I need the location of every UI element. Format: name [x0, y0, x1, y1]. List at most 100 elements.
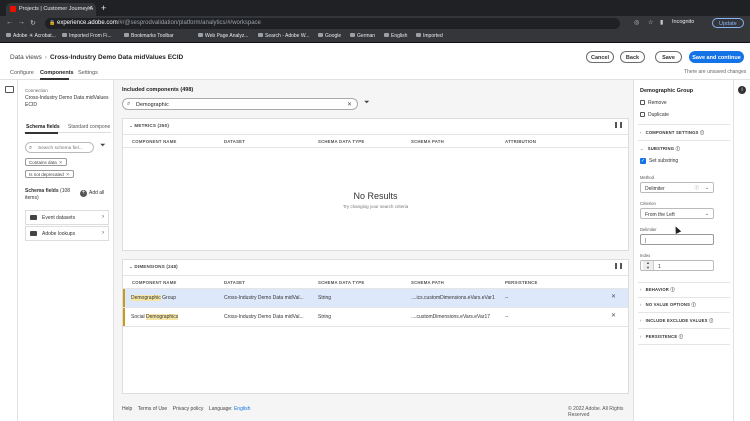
schema-search-input[interactable]: ⌕ Search schema fiel...	[25, 142, 94, 153]
add-icon: +	[80, 190, 87, 197]
col-schema-path[interactable]: SCHEMA PATH	[411, 139, 444, 144]
bookmark-item[interactable]: Adobe ☀ Acrobat...	[6, 33, 56, 39]
sidebar-icon[interactable]: ▮	[660, 19, 663, 26]
col-schema-data-type[interactable]: SCHEMA DATA TYPE	[318, 280, 364, 285]
connection-name: Cross-Industry Demo Data midValues ECID	[25, 95, 109, 108]
back-button[interactable]: Back	[620, 51, 645, 63]
dimensions-header[interactable]: ⌄ DIMENSIONS (248)	[129, 264, 178, 270]
col-attribution[interactable]: ATTRIBUTION	[505, 139, 536, 144]
table-row[interactable]: Social Demographics Cross-Industry Demo …	[123, 308, 628, 326]
filter-tag-not-deprecated[interactable]: Is not deprecated ✕	[25, 170, 74, 178]
row-dataset: Cross-Industry Demo Data midVal...	[224, 295, 304, 301]
method-select[interactable]: Delimiter ⓘ ⌄	[640, 182, 714, 193]
section-no-value-options[interactable]: › NO VALUE OPTIONS ⓘ	[640, 302, 696, 308]
remove-row-icon[interactable]: ✕	[611, 312, 616, 319]
row-persistence: --	[505, 295, 509, 301]
index-stepper[interactable]: ▲ ▼ 1	[640, 260, 714, 271]
criterion-select[interactable]: From the Left ⌄	[640, 208, 714, 219]
cancel-button[interactable]: Cancel	[586, 51, 614, 63]
bookmark-item[interactable]: Google	[318, 33, 341, 39]
chevron-right-icon: ›	[640, 302, 642, 307]
remove-button[interactable]: Remove	[640, 100, 667, 106]
folder-icon	[416, 33, 421, 37]
col-component-name[interactable]: COMPONENT NAME	[132, 139, 177, 144]
incognito-label[interactable]: Incognito	[672, 19, 694, 25]
new-tab-button[interactable]: +	[101, 3, 106, 13]
address-bar[interactable]: 🔒 experience.adobe.com/#/@sesprodvalidat…	[45, 18, 620, 29]
tab-schema-fields[interactable]: Schema fields	[26, 124, 60, 130]
list-item-adobe-lookups[interactable]: Adobe lookups ›	[25, 226, 109, 241]
section-persistence[interactable]: › PERSISTENCE ⓘ	[640, 334, 683, 340]
bookmark-label: German	[357, 33, 376, 39]
folder-icon	[30, 231, 37, 236]
privacy-link[interactable]: Privacy policy	[173, 406, 204, 412]
connection-label: Connection	[25, 88, 48, 93]
col-schema-path[interactable]: SCHEMA PATH	[411, 280, 444, 285]
search-value: Demographic	[136, 101, 169, 108]
update-button[interactable]: Update	[712, 18, 744, 28]
name-highlight: Demographic	[131, 295, 161, 301]
eye-off-icon[interactable]: ◎	[634, 19, 639, 26]
schema-fields-count: (108	[60, 188, 71, 194]
row-schema-path: ....ics.customDimensions.eVars.eVar1	[411, 295, 495, 301]
filter-tag-contains-data[interactable]: Contains data ✕	[25, 158, 67, 166]
panel-toggle-icon[interactable]	[5, 86, 14, 93]
section-include-exclude-values[interactable]: › INCLUDE EXCLUDE VALUES ⓘ	[640, 318, 713, 324]
table-row[interactable]: Demographic Group Cross-Industry Demo Da…	[123, 289, 628, 307]
bookmark-item[interactable]: English	[384, 33, 407, 39]
bookmark-star-icon[interactable]: ☆	[648, 19, 653, 26]
col-persistence[interactable]: PERSISTENCE	[505, 280, 538, 285]
left-panel: Connection Cross-Industry Demo Data midV…	[18, 80, 114, 421]
tab-configure[interactable]: Configure	[10, 70, 34, 76]
reload-icon[interactable]: ↻	[30, 19, 36, 27]
browser-tab[interactable]: Projects | Customer Journey A ✕	[6, 3, 96, 16]
help-link[interactable]: Help	[122, 406, 132, 412]
section-component-settings[interactable]: › COMPONENT SETTINGS ⓘ	[640, 130, 704, 136]
section-substring[interactable]: ⌄ SUBSTRING ⓘ	[640, 146, 680, 152]
section-label: COMPONENT SETTINGS	[645, 130, 699, 135]
remove-tag-icon[interactable]: ✕	[66, 172, 70, 177]
col-schema-data-type[interactable]: SCHEMA DATA TYPE	[318, 139, 364, 144]
col-dataset[interactable]: DATASET	[224, 280, 245, 285]
remove-tag-icon[interactable]: ✕	[59, 160, 63, 165]
list-item-event-datasets[interactable]: Event datasets ›	[25, 210, 109, 225]
forward-arrow-icon[interactable]: →	[18, 19, 25, 26]
components-search-input[interactable]: ⌕ Demographic ✕	[122, 98, 358, 110]
divider	[638, 344, 730, 345]
save-and-continue-button[interactable]: Save and continue	[689, 51, 744, 63]
column-settings-icon[interactable]	[615, 263, 622, 269]
tab-settings[interactable]: Settings	[78, 70, 98, 76]
set-substring-checkbox[interactable]: ✓	[640, 158, 646, 164]
stepper-arrows-icon[interactable]: ▲ ▼	[643, 260, 654, 270]
bookmark-item[interactable]: Imported	[416, 33, 443, 39]
duplicate-button[interactable]: Duplicate	[640, 112, 669, 118]
bookmark-item[interactable]: Bookmarks Toolbar	[124, 33, 174, 39]
tab-standard-components[interactable]: Standard compone	[68, 124, 110, 130]
bookmark-item[interactable]: Web Page Analyz...	[198, 33, 249, 39]
chevron-right-icon: ›	[640, 318, 642, 323]
bookmark-item[interactable]: German	[350, 33, 375, 39]
index-value: 1	[658, 263, 661, 270]
delimiter-input[interactable]: |	[640, 234, 714, 245]
remove-row-icon[interactable]: ✕	[611, 293, 616, 300]
col-component-name[interactable]: COMPONENT NAME	[132, 280, 177, 285]
section-behavior[interactable]: › BEHAVIOR ⓘ	[640, 287, 675, 293]
metrics-header[interactable]: ⌄ METRICS (250)	[129, 123, 169, 129]
close-tab-icon[interactable]: ✕	[87, 5, 92, 12]
terms-link[interactable]: Terms of Use	[138, 406, 167, 412]
col-dataset[interactable]: DATASET	[224, 139, 245, 144]
tab-components[interactable]: Components	[40, 70, 74, 76]
method-value: Delimiter	[645, 185, 665, 192]
filter-icon[interactable]: ⏷	[100, 142, 106, 150]
info-icon[interactable]: i	[738, 86, 746, 94]
back-arrow-icon[interactable]: ←	[6, 19, 13, 26]
bookmark-item[interactable]: Search - Adobe W...	[258, 33, 309, 39]
language-link[interactable]: English	[234, 406, 250, 412]
clear-icon[interactable]: ✕	[347, 101, 352, 108]
column-settings-icon[interactable]	[615, 122, 622, 128]
add-all-button[interactable]: + Add all	[80, 190, 104, 197]
filter-icon[interactable]: ⏷	[364, 99, 370, 107]
save-button[interactable]: Save	[655, 51, 682, 63]
bookmark-item[interactable]: Imported From Fi...	[62, 33, 112, 39]
breadcrumb-data-views[interactable]: Data views	[10, 54, 42, 61]
